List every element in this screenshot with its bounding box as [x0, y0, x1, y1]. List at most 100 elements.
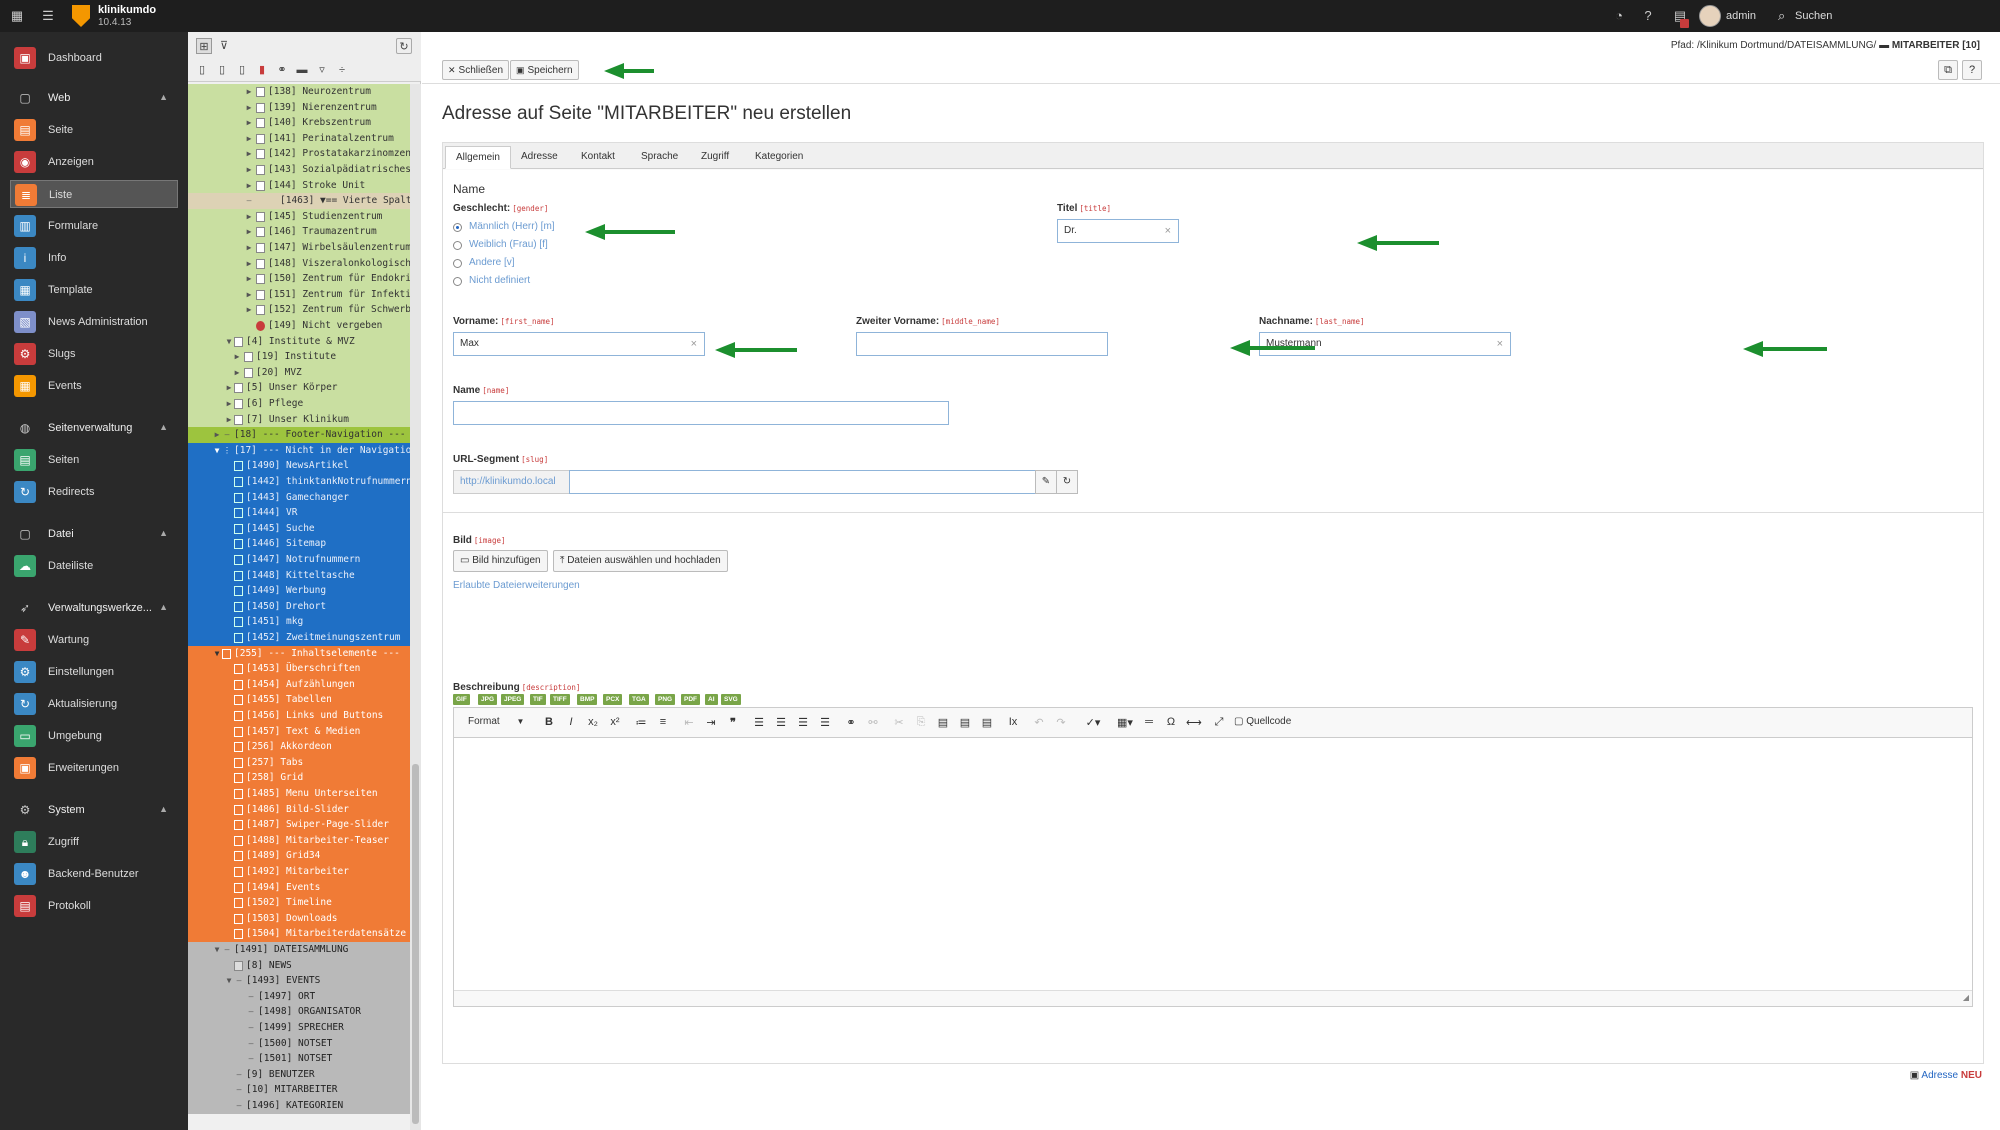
tree-node[interactable]: [1452] Zweitmeinungszentrum	[188, 630, 410, 646]
new-page-icon[interactable]: ⊞	[196, 38, 212, 54]
tree-node[interactable]: [1444] VR	[188, 505, 410, 521]
format-dropdown[interactable]: Format ▼	[468, 716, 524, 727]
maximize-icon[interactable]: ⤢	[1212, 716, 1226, 729]
clear-icon[interactable]: ×	[1497, 333, 1503, 355]
tree-node[interactable]: [149] Nicht vergeben	[188, 318, 410, 334]
cut-icon[interactable]: ✂	[892, 716, 906, 729]
module-protokoll[interactable]: ▤ Protokoll	[10, 892, 178, 920]
tab-zugriff[interactable]: Zugriff	[691, 146, 739, 169]
tree-node[interactable]: [1456] Links und Buttons	[188, 708, 410, 724]
tree-node[interactable]: — [10] MITARBEITER	[188, 1082, 410, 1098]
tree-node[interactable]: ▶ [152] Zentrum für Schwerb	[188, 302, 410, 318]
tree-node[interactable]: [1448] Kitteltasche	[188, 567, 410, 584]
clear-icon[interactable]: ×	[691, 333, 697, 355]
tree-node[interactable]: — [9] BENUTZER	[188, 1066, 410, 1083]
link-icon[interactable]: ⚭	[844, 716, 858, 729]
horizontal-rule-icon[interactable]: ═	[1142, 716, 1156, 728]
tree-node[interactable]: ▶ [6] Pflege	[188, 396, 410, 412]
tab-kontakt[interactable]: Kontakt	[571, 146, 625, 169]
module-events[interactable]: ▦ Events	[10, 372, 178, 400]
add-image-button[interactable]: ▭ Bild hinzufügen	[453, 550, 548, 572]
help-icon[interactable]: ?	[1640, 8, 1656, 24]
tree-node[interactable]: ▶ [144] Stroke Unit	[188, 177, 410, 194]
name-input[interactable]	[453, 401, 949, 425]
table-icon[interactable]: ▦▾	[1114, 716, 1136, 729]
module-zugriff[interactable]: 🔒︎ Zugriff	[10, 828, 178, 856]
tree-node[interactable]: — [1497] ORT	[188, 988, 410, 1005]
typo3-logo[interactable]	[72, 5, 90, 27]
tree-node[interactable]: [1485] Menu Unterseiten	[188, 786, 410, 802]
tree-node[interactable]: ▶ [7] Unser Klinikum	[188, 411, 410, 428]
tree-node[interactable]: ▶ [139] Nierenzentrum	[188, 99, 410, 116]
radio-button[interactable]	[453, 259, 462, 268]
cache-icon[interactable]: ◔	[1611, 8, 1627, 24]
editor-resize-bar[interactable]: ◢	[454, 990, 1972, 1006]
tree-node[interactable]: ▶ [151] Zentrum für Infektiol	[188, 286, 410, 303]
open-new-window-icon[interactable]: ⧉	[1938, 60, 1958, 80]
tree-node[interactable]: [1446] Sitemap	[188, 536, 410, 552]
middle-name-input[interactable]	[856, 332, 1108, 356]
bullet-list-icon[interactable]: ≡	[656, 716, 670, 728]
tree-scrollbar[interactable]	[410, 84, 421, 1130]
trash-icon[interactable]: ▿	[314, 62, 330, 78]
tree-node[interactable]: ▼ [255] --- Inhaltselemente ---	[188, 645, 410, 662]
tree-node[interactable]: ▶ [19] Institute	[188, 349, 410, 365]
align-left-icon[interactable]: ☰	[752, 716, 766, 729]
module-anzeigen[interactable]: ◉ Anzeigen	[10, 148, 178, 176]
module-seiten[interactable]: ▤ Seiten	[10, 446, 178, 474]
tree-node[interactable]: [256] Akkordeon	[188, 739, 410, 755]
radio-button[interactable]	[453, 223, 462, 232]
tab-adresse[interactable]: Adresse	[511, 146, 568, 169]
slug-refresh-icon[interactable]: ↻	[1056, 470, 1078, 494]
tree-node[interactable]: ▶ [140] Krebszentrum	[188, 115, 410, 131]
paste-text-icon[interactable]: ▤	[958, 716, 972, 729]
close-button[interactable]: ✕ Schließen	[442, 60, 510, 80]
module-liste[interactable]: ≣ Liste	[10, 180, 178, 208]
tree-node[interactable]: [1492] Mitarbeiter	[188, 864, 410, 880]
slug-input[interactable]	[569, 470, 1036, 494]
tree-node[interactable]: [8] NEWS	[188, 957, 410, 974]
module-group-datei[interactable]: ▢ Datei ▲	[10, 520, 178, 548]
save-button[interactable]: ▣ Speichern	[510, 60, 579, 80]
tree-node[interactable]: — [1499] SPRECHER	[188, 1020, 410, 1036]
tree-node[interactable]: [1494] Events	[188, 879, 410, 896]
module-redirects[interactable]: ↻ Redirects	[10, 478, 178, 506]
tree-node[interactable]: ▼ — [1493] EVENTS	[188, 973, 410, 989]
search-button[interactable]: Suchen	[1795, 10, 1832, 22]
tree-node[interactable]: ▼ [4] Institute & MVZ	[188, 333, 410, 350]
radio-button[interactable]	[453, 241, 462, 250]
tree-node[interactable]: — [1496] KATEGORIEN	[188, 1098, 410, 1114]
tree-node[interactable]: ▶ [141] Perinatalzentrum	[188, 130, 410, 147]
tree-node[interactable]: ▶ [147] Wirbelsäulenzentrum	[188, 240, 410, 256]
tree-node[interactable]: [1457] Text & Medien	[188, 723, 410, 740]
module-template[interactable]: ▦ Template	[10, 276, 178, 304]
module-slugs[interactable]: ⚙ Slugs	[10, 340, 178, 368]
tree-node[interactable]: [1489] Grid34	[188, 848, 410, 864]
clear-icon[interactable]: ×	[1165, 220, 1171, 242]
slug-toggle-icon[interactable]: ✎	[1035, 470, 1057, 494]
tree-node[interactable]: [1503] Downloads	[188, 910, 410, 927]
tree-node[interactable]: [1502] Timeline	[188, 895, 410, 911]
help-icon[interactable]: ?	[1962, 60, 1982, 80]
tree-node[interactable]: [1443] Gamechanger	[188, 489, 410, 506]
align-justify-icon[interactable]: ☰	[818, 716, 832, 729]
tree-node[interactable]: ▼ — [1491] DATEISAMMLUNG	[188, 942, 410, 958]
upload-files-button[interactable]: ⤒ Dateien auswählen und hochladen	[553, 550, 728, 572]
module-backend-benutzer[interactable]: ☻ Backend-Benutzer	[10, 860, 178, 888]
module-formulare[interactable]: ▥ Formulare	[10, 212, 178, 240]
blockquote-icon[interactable]: ❞	[726, 716, 740, 729]
tree-node[interactable]: ▶ [150] Zentrum für Endokrin	[188, 271, 410, 287]
tree-node[interactable]: [1454] Aufzählungen	[188, 676, 410, 693]
tree-node[interactable]: ▶ [5] Unser Körper	[188, 380, 410, 396]
module-seite[interactable]: ▤ Seite	[10, 116, 178, 144]
tree-node[interactable]: ▶ [20] MVZ	[188, 364, 410, 381]
tree-scroll-thumb[interactable]	[412, 764, 419, 1124]
tab-kategorien[interactable]: Kategorien	[745, 146, 813, 169]
tree-node[interactable]: [1442] thinktankNotrufnummern	[188, 474, 410, 490]
tree-node[interactable]: [1487] Swiper-Page-Slider	[188, 817, 410, 833]
source-button[interactable]: ▢ Quellcode	[1234, 716, 1291, 727]
tree-node[interactable]: [1488] Mitarbeiter-Teaser	[188, 832, 410, 849]
tree-node[interactable]: [1450] Drehort	[188, 598, 410, 615]
tree-node[interactable]: [1504] Mitarbeiterdatensätze	[188, 926, 410, 942]
module-dashboard[interactable]: ▣ Dashboard	[10, 44, 178, 72]
